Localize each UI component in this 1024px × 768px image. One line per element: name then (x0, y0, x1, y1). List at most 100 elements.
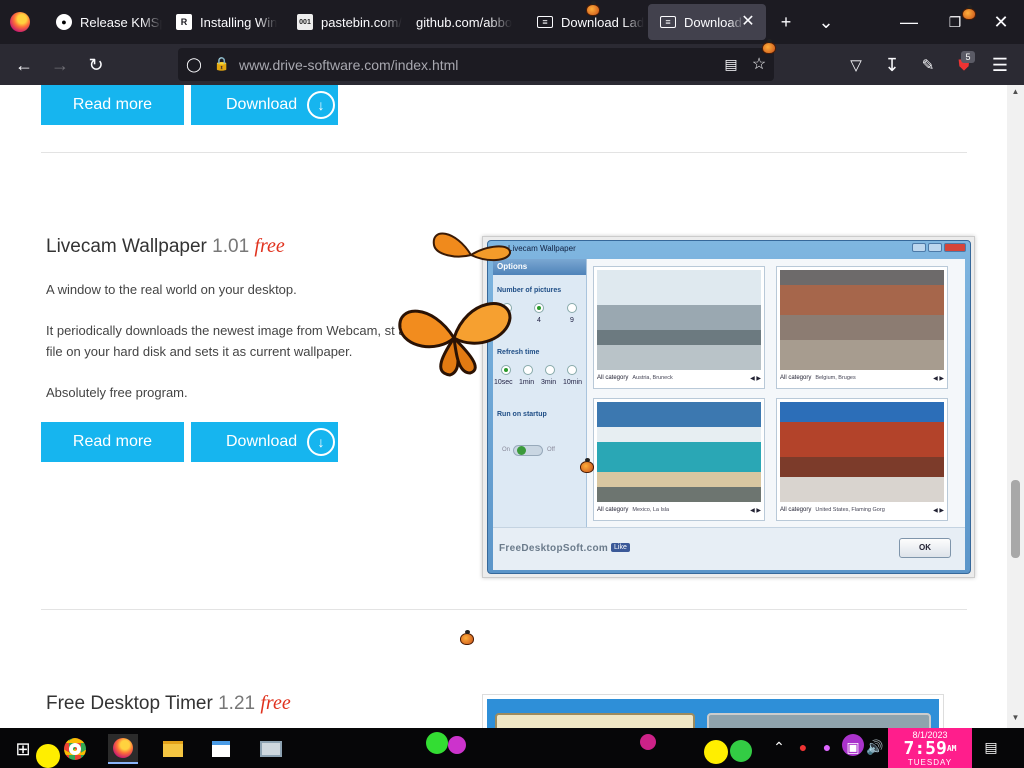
clock-time-value: 7:59 (903, 738, 947, 759)
free-label: free (260, 692, 291, 714)
url-text[interactable]: www.drive-software.com/index.html (239, 57, 458, 73)
radio-label: 4 (537, 317, 541, 324)
page-content: Read more Download ↓ Livecam Wallpaper 1… (0, 85, 1007, 728)
menu-icon[interactable]: ☰ (986, 51, 1014, 79)
bookmark-star-icon[interactable]: ☆ (745, 50, 773, 78)
firefox-icon[interactable] (10, 12, 30, 32)
github-icon: ● (56, 14, 72, 30)
webcam-caption: All category Austria, Bruneck ◀ ▶ (597, 375, 761, 382)
tab-label: Download Lad (561, 14, 645, 30)
tab-release-kms[interactable]: ● Release KMSp (44, 4, 162, 40)
downloads-icon[interactable]: ↧ (878, 51, 906, 79)
decor-orb (36, 744, 60, 768)
download-arrow-icon: ↓ (307, 91, 335, 119)
app-footer: FreeDesktopSoft.com Like OK (493, 527, 965, 570)
read-more-button[interactable]: Read more (41, 422, 184, 462)
ladybug-tray-icon[interactable]: ● (794, 738, 812, 756)
page-scrollbar[interactable]: ▲ ▼ (1007, 85, 1024, 728)
webcam-tile: All category Belgium, Bruges ◀ ▶ (776, 266, 948, 389)
pocket-icon[interactable]: ▽ (842, 51, 870, 79)
shield-icon[interactable]: ◯ (180, 50, 208, 78)
show-hidden-icons[interactable]: ⌃ (770, 738, 788, 756)
page-icon: ≡ (660, 16, 676, 28)
ladybug-icon (586, 1, 600, 16)
decor-orb (640, 734, 656, 750)
livecam-screenshot[interactable]: Livecam Wallpaper Options Number of pict… (482, 236, 975, 578)
tab-label: pastebin.com/ (321, 14, 402, 30)
ladybug-icon (762, 39, 776, 54)
product-version: 1.21 (218, 693, 256, 714)
notifications-icon[interactable]: ▤ (982, 738, 1000, 756)
section-divider (41, 609, 967, 610)
close-tab-icon[interactable]: ✕ (738, 12, 758, 32)
tab-github-abbo[interactable]: github.com/abbo (404, 4, 524, 40)
tab-pastebin[interactable]: 001 pastebin.com/ (285, 4, 403, 40)
url-path: /index.html (390, 57, 459, 73)
webcam-image (597, 402, 761, 502)
button-label: Download (226, 433, 298, 450)
extensions-icon[interactable]: ✎ (914, 51, 942, 79)
webcam-caption: All category Belgium, Bruges ◀ ▶ (780, 375, 944, 382)
app-ok-button: OK (899, 538, 951, 558)
app-window-controls (912, 243, 966, 252)
webcam-image (597, 270, 761, 370)
radio-label: 9 (570, 317, 574, 324)
product-desc-1: A window to the real world on your deskt… (46, 282, 297, 297)
product-desc-3: Absolutely free program. (46, 385, 188, 400)
minimize-button[interactable]: — (895, 8, 923, 36)
firefox-taskbar-icon[interactable] (108, 734, 138, 764)
startup-label: Run on startup (497, 411, 547, 418)
chrome-taskbar-icon[interactable] (60, 734, 90, 764)
network-icon[interactable]: ▣ (844, 738, 862, 756)
toggle-off-label: Off (547, 447, 555, 453)
radio-1min (523, 365, 533, 375)
webcam-image (780, 402, 944, 502)
page-icon: ≡ (537, 16, 553, 28)
store-icon[interactable] (206, 734, 236, 764)
list-tabs-button[interactable]: ⌄ (812, 8, 840, 36)
start-button[interactable]: ⊞ (8, 734, 38, 764)
url-bar[interactable]: ◯ 🔒 www.drive-software.com/index.html ▤ … (178, 48, 774, 81)
app-window-title: Livecam Wallpaper (508, 244, 576, 253)
webcam-caption: All category Mexico, La Isla ◀ ▶ (597, 507, 761, 514)
ladybug-icon (460, 630, 474, 645)
clock[interactable]: 8/1/2023 7:59AM TUESDAY (888, 728, 972, 768)
scroll-up-icon[interactable]: ▲ (1007, 87, 1024, 101)
download-button[interactable]: Download ↓ (191, 422, 338, 462)
decor-orb (704, 740, 728, 764)
new-tab-button[interactable]: + (772, 8, 800, 36)
scroll-down-icon[interactable]: ▼ (1007, 713, 1024, 727)
app-window: Livecam Wallpaper Options Number of pict… (487, 240, 971, 574)
tab-label: github.com/abbo (416, 14, 513, 30)
pastebin-icon: 001 (297, 14, 313, 30)
tray-app-icon[interactable]: ● (818, 738, 836, 756)
radio-label: 10min (563, 379, 583, 386)
close-window-button[interactable]: ✕ (987, 8, 1015, 36)
read-more-button-top[interactable]: Read more (41, 85, 184, 125)
forward-button[interactable]: → (46, 51, 74, 79)
download-button-top[interactable]: Download ↓ (191, 85, 338, 125)
tab-download-lad[interactable]: ≡ Download Lad (525, 4, 645, 40)
cam-location: United States, Flaming Gorg (815, 507, 885, 513)
desktop-timer-screenshot[interactable] (482, 694, 944, 728)
webcam-tile: All category United States, Flaming Gorg ◀… (776, 398, 948, 521)
button-label: Read more (72, 96, 153, 113)
cam-location: Austria, Bruneck (632, 375, 673, 381)
file-explorer-icon[interactable] (158, 734, 188, 764)
cam-category: All category (780, 375, 812, 381)
back-button[interactable]: ← (10, 51, 38, 79)
reload-button[interactable]: ↻ (82, 51, 110, 79)
taskbar: ⊞ ⌃ ● ● ▣ 🔊 8/1/2023 7:59AM TUESDAY ▤ (0, 728, 1024, 768)
lock-icon[interactable]: 🔒 (208, 50, 236, 78)
tab-download-active[interactable]: ≡ Download A ✕ (648, 4, 766, 40)
product-title: Livecam Wallpaper 1.01 free (46, 235, 285, 258)
butterfly-icon (398, 302, 512, 377)
scroll-thumb[interactable] (1011, 480, 1020, 558)
monitor-app-icon[interactable] (256, 734, 286, 764)
volume-icon[interactable]: 🔊 (866, 738, 884, 756)
webcam-grid: All category Austria, Bruneck ◀ ▶ All cate… (593, 266, 961, 522)
tab-installing-win[interactable]: R Installing Win (164, 4, 282, 40)
clock-day: TUESDAY (907, 758, 953, 767)
decor-orb (426, 732, 448, 754)
reader-view-icon[interactable]: ▤ (717, 50, 745, 78)
